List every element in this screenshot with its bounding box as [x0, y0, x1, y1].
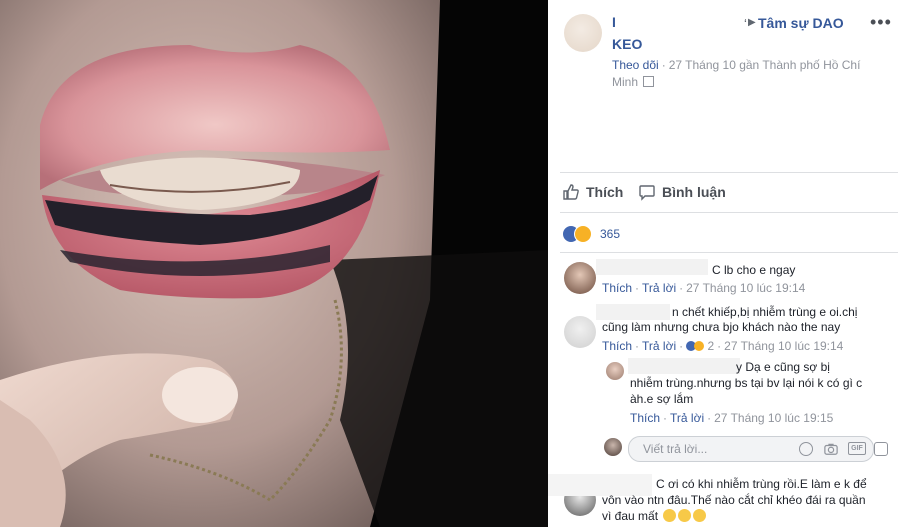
- reply-text-line3: àh.e sợ lắm: [630, 392, 694, 406]
- ellipsis-marker: ‘: [744, 16, 747, 31]
- commenter-avatar[interactable]: [564, 262, 596, 294]
- replier-avatar[interactable]: [606, 362, 624, 380]
- comment-text: C lb cho e ngay: [712, 263, 796, 277]
- author-name-line1[interactable]: I: [612, 14, 616, 30]
- commenter-avatar[interactable]: [564, 316, 596, 348]
- comment-actions: Thích · Trả lời · 27 Tháng 10 lúc 19:14: [602, 281, 806, 295]
- sad-reaction-icon: [694, 341, 705, 351]
- author-avatar[interactable]: [564, 14, 602, 52]
- comment-reply-link[interactable]: Trả lời: [642, 281, 676, 295]
- comment-text-line3-wrap: vì đau mất: [602, 509, 707, 524]
- reply-actions: Thích · Trả lời · 27 Tháng 10 lúc 19:15: [630, 411, 834, 425]
- sad-reaction-icon: [574, 225, 592, 243]
- emoji-icon[interactable]: [799, 442, 813, 456]
- reply-input[interactable]: Viết trả lời... GIF: [628, 436, 888, 462]
- comment-icon: [639, 185, 655, 201]
- reply-like-link[interactable]: Thích: [630, 411, 660, 425]
- emoji-icon: [663, 509, 677, 522]
- emoji-icon: [693, 509, 707, 522]
- follow-link[interactable]: Theo dõi: [612, 58, 659, 72]
- reply-text-line2: nhiễm trùng.nhưng bs tại bv lại nói k có…: [630, 376, 863, 390]
- comment-label: Bình luận: [662, 184, 726, 200]
- comment-text-line2: cũng làm nhưng chưa bjo khách nào the na…: [602, 320, 841, 334]
- comment-time[interactable]: 27 Tháng 10 lúc 19:14: [724, 339, 843, 353]
- post-panel: I KEO ‘ ▶ Tâm sự DAO ••• Theo dõi · 27 Thá…: [548, 0, 907, 527]
- comment-action-button[interactable]: Bình luận: [638, 183, 726, 201]
- gif-icon[interactable]: GIF: [848, 442, 866, 455]
- divider: [560, 252, 898, 253]
- comment-text-line3: vì đau mất: [602, 509, 659, 523]
- like-icon: [563, 184, 579, 200]
- comment-reaction-count[interactable]: 2: [707, 339, 714, 353]
- comment-like-link[interactable]: Thích: [602, 339, 632, 353]
- sticker-icon[interactable]: [874, 442, 888, 456]
- comment-text-line2: vôn vào ntn đâu.Thế nào cắt chỉ khéo đái…: [602, 493, 866, 507]
- emoji-icon: [678, 509, 692, 522]
- comment-text-line1: C ơi có khi nhiễm trùng rồi.E làm e k để: [656, 477, 867, 491]
- group-link[interactable]: Tâm sự DAO: [758, 15, 844, 31]
- post-photo[interactable]: [0, 0, 548, 527]
- reaction-count[interactable]: 365: [600, 227, 620, 241]
- like-action-button[interactable]: Thích: [562, 183, 623, 201]
- comment-time[interactable]: 27 Tháng 10 lúc 19:14: [686, 281, 805, 295]
- comment-like-link[interactable]: Thích: [602, 281, 632, 295]
- reply-time[interactable]: 27 Tháng 10 lúc 19:15: [714, 411, 833, 425]
- author-name-line2[interactable]: KEO: [612, 36, 642, 52]
- reply-placeholder: Viết trả lời...: [643, 442, 708, 456]
- redacted-name: [596, 259, 708, 275]
- like-label: Thích: [586, 184, 624, 200]
- comment-reply-link[interactable]: Trả lời: [642, 339, 676, 353]
- redacted-name: [596, 304, 670, 320]
- divider: [560, 212, 898, 213]
- divider: [560, 172, 898, 173]
- redacted-name: [628, 358, 740, 374]
- camera-icon[interactable]: [824, 442, 838, 456]
- reply-reply-link[interactable]: Trả lời: [670, 411, 704, 425]
- reply-text-line1: y Dạ e cũng sợ bị: [736, 360, 830, 374]
- comment-actions: Thích · Trả lời · 2 · 27 Tháng 10 lúc 19:14: [602, 339, 844, 353]
- audience-icon[interactable]: [643, 76, 655, 87]
- photo-image: [0, 0, 548, 527]
- post-meta: Theo dõi · 27 Tháng 10 gần Thành phố Hồ Ch…: [612, 58, 861, 89]
- arrow-right-icon: ▶: [748, 17, 756, 28]
- comment-text-line1: n chết khiếp,bị nhiễm trùng e oi.chị: [672, 305, 858, 319]
- my-avatar: [604, 438, 622, 456]
- more-icon[interactable]: •••: [870, 12, 892, 33]
